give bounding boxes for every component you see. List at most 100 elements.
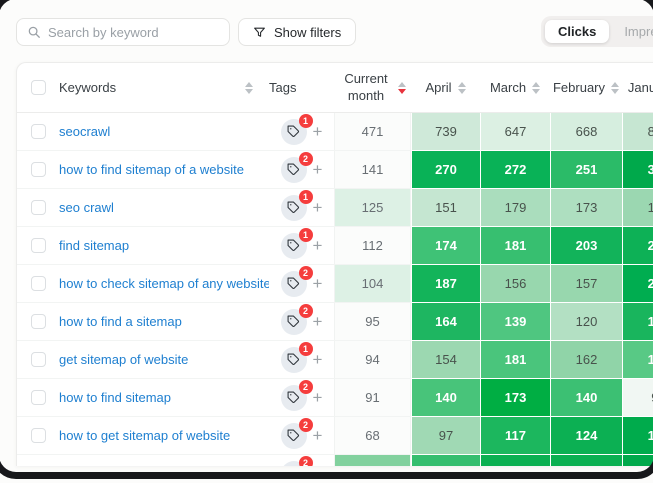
tag-count-badge: 1 <box>299 190 313 204</box>
sort-current-month-icon[interactable] <box>398 82 406 94</box>
row-checkbox[interactable] <box>31 352 46 367</box>
month-column-header-march[interactable]: March <box>490 80 526 95</box>
heat-cell: 179 <box>480 189 550 227</box>
tags-button[interactable]: 2 <box>281 271 307 297</box>
add-tag-button[interactable]: + <box>313 313 323 330</box>
row-checkbox[interactable] <box>31 162 46 177</box>
tag-count-badge: 1 <box>299 342 313 356</box>
add-tag-button[interactable]: + <box>313 275 323 292</box>
heat-cell: 157 <box>550 265 622 303</box>
table-row: how to find sitemap 2 + 91 140 173 140 9… <box>17 379 653 417</box>
tag-icon <box>287 353 300 366</box>
heat-cell: 739 <box>411 113 480 151</box>
heat-cell: 132 <box>622 417 653 455</box>
tag-count-badge: 2 <box>299 418 313 432</box>
table-row: how to check sitemap of any website 2 + … <box>17 265 653 303</box>
keywords-table: Keywords Tags Current month April March … <box>16 62 653 466</box>
add-tag-button[interactable]: + <box>313 237 323 254</box>
current-month-cell: 141 <box>334 151 411 189</box>
heat-cell: 154 <box>411 341 480 379</box>
tags-column-header: Tags <box>269 80 296 95</box>
keyword-link[interactable]: seocrawl <box>59 124 110 139</box>
table-row: how to find a sitemap 2 + 95 164 139 120… <box>17 303 653 341</box>
add-tag-button[interactable]: + <box>313 389 323 406</box>
toolbar: Show filters Clicks Impressions <box>0 0 653 62</box>
row-checkbox[interactable] <box>31 238 46 253</box>
tags-button[interactable]: 1 <box>281 195 307 221</box>
row-checkbox[interactable] <box>31 390 46 405</box>
tag-count-badge: 2 <box>299 152 313 166</box>
tags-button[interactable]: 1 <box>281 119 307 145</box>
heat-cell: 124 <box>550 417 622 455</box>
keyword-link[interactable]: seo crawl <box>59 200 114 215</box>
add-tag-button[interactable]: + <box>313 427 323 444</box>
heat-cell: 207 <box>622 227 653 265</box>
sort-february-icon[interactable] <box>611 82 619 94</box>
row-checkbox[interactable] <box>31 276 46 291</box>
tags-button[interactable]: 2 <box>281 461 307 466</box>
heat-cell: 177 <box>622 341 653 379</box>
heat-cell: 151 <box>411 189 480 227</box>
month-column-header-january[interactable]: January <box>628 80 653 95</box>
toggle-impressions[interactable]: Impressions <box>611 20 653 43</box>
row-checkbox[interactable] <box>31 314 46 329</box>
add-tag-button[interactable]: + <box>313 123 323 140</box>
show-filters-button[interactable]: Show filters <box>238 18 356 46</box>
tags-button[interactable]: 2 <box>281 309 307 335</box>
heat-cell: 668 <box>550 113 622 151</box>
search-input[interactable] <box>48 25 219 40</box>
heat-cell: 203 <box>550 227 622 265</box>
keywords-column-header[interactable]: Keywords <box>59 80 116 95</box>
heat-cell: 270 <box>411 151 480 189</box>
current-month-cell: 471 <box>334 113 411 151</box>
sort-march-icon[interactable] <box>532 82 540 94</box>
tags-button[interactable]: 1 <box>281 347 307 373</box>
tag-count-badge: 2 <box>299 304 313 318</box>
current-month-cell: 112 <box>334 227 411 265</box>
row-checkbox[interactable] <box>31 124 46 139</box>
add-tag-button[interactable]: + <box>313 199 323 216</box>
keyword-search[interactable] <box>16 18 230 46</box>
keyword-link[interactable]: how to check sitemap of any website <box>59 276 269 291</box>
current-month-cell: 68 <box>334 417 411 455</box>
month-column-header-february[interactable]: February <box>553 80 605 95</box>
tags-button[interactable]: 2 <box>281 423 307 449</box>
keyword-link[interactable]: how to find sitemap <box>59 390 171 405</box>
toggle-clicks[interactable]: Clicks <box>545 20 609 43</box>
select-all-checkbox[interactable] <box>31 80 46 95</box>
heat-cell: 167 <box>622 303 653 341</box>
row-checkbox[interactable] <box>31 428 46 443</box>
table-row: how to get sitemap of website 2 + 68 97 … <box>17 417 653 455</box>
keyword-link[interactable]: how to get sitemap of website <box>59 428 230 443</box>
sort-april-icon[interactable] <box>458 82 466 94</box>
sort-keywords-icon[interactable] <box>245 82 253 94</box>
table-header-row: Keywords Tags Current month April March … <box>17 63 653 113</box>
heat-cell: 193 <box>622 189 653 227</box>
table-row: seo crawl 1 + 125 151 179 173 193 <box>17 189 653 227</box>
heat-cell <box>550 455 622 466</box>
tags-button[interactable]: 1 <box>281 233 307 259</box>
search-icon <box>27 25 41 39</box>
tag-icon <box>287 429 300 442</box>
tag-count-badge: 2 <box>299 266 313 280</box>
table-row: seocrawl 1 + 471 739 647 668 807 <box>17 113 653 151</box>
tag-icon <box>287 315 300 328</box>
tag-icon <box>287 125 300 138</box>
keyword-link[interactable]: get sitemap of website <box>59 352 188 367</box>
add-tag-button[interactable]: + <box>313 351 323 368</box>
current-month-column-header[interactable]: Current month <box>339 71 393 104</box>
tags-button[interactable]: 2 <box>281 157 307 183</box>
tag-count-badge: 1 <box>299 228 313 242</box>
keyword-link[interactable]: find sitemap <box>59 238 129 253</box>
keyword-link[interactable]: how to find sitemap of a website <box>59 162 244 177</box>
heat-cell: 97 <box>622 379 653 417</box>
heat-cell: 173 <box>550 189 622 227</box>
month-column-header-april[interactable]: April <box>425 80 451 95</box>
add-tag-button[interactable]: + <box>313 161 323 178</box>
row-checkbox[interactable] <box>31 200 46 215</box>
add-tag-button[interactable]: + <box>313 466 323 467</box>
heat-cell: 97 <box>411 417 480 455</box>
tag-icon <box>287 277 300 290</box>
keyword-link[interactable]: how to find a sitemap <box>59 314 182 329</box>
tags-button[interactable]: 2 <box>281 385 307 411</box>
